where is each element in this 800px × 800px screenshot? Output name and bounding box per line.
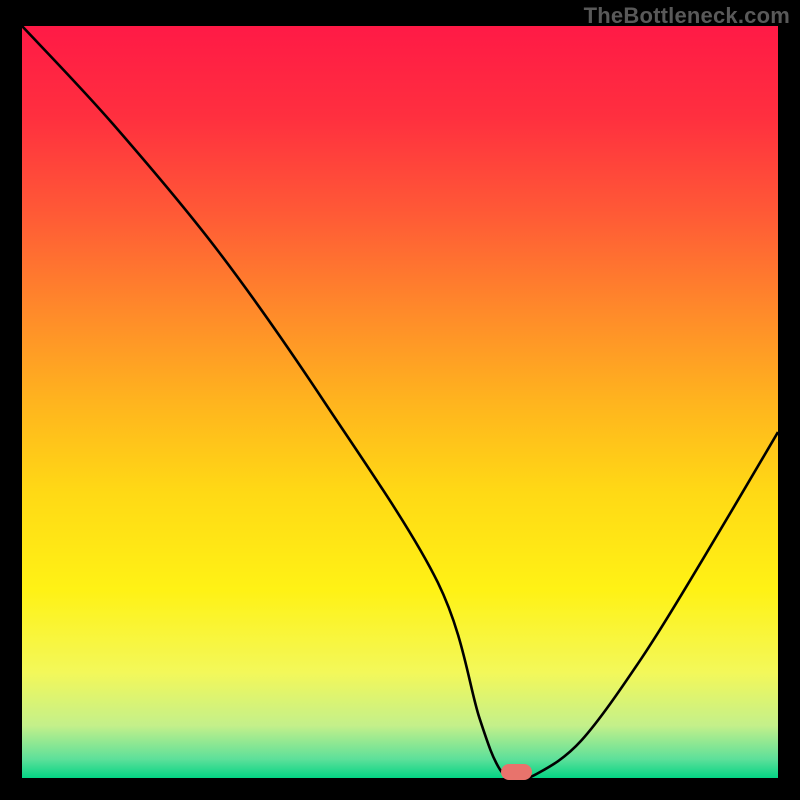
gradient-background	[22, 26, 778, 778]
chart-container: TheBottleneck.com	[0, 0, 800, 800]
min-marker	[501, 764, 533, 780]
plot-area	[22, 26, 778, 778]
plot-svg	[22, 26, 778, 778]
